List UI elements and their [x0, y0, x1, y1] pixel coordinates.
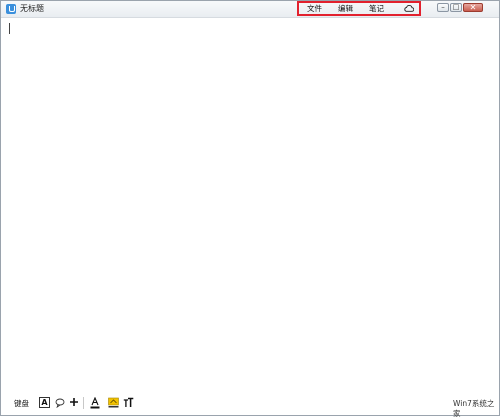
font-size-icon[interactable]	[123, 397, 134, 408]
maximize-button[interactable]: □	[450, 3, 462, 12]
keyboard-button[interactable]: 键盘	[14, 399, 29, 409]
bottom-toolbar: 键盘 A Win7系统之家	[1, 393, 499, 418]
add-icon[interactable]	[69, 397, 79, 407]
comment-bubble-icon[interactable]	[55, 398, 65, 408]
app-icon	[6, 4, 16, 14]
cloud-icon[interactable]	[404, 5, 414, 12]
menu-file[interactable]: 文件	[307, 4, 322, 14]
maximize-icon: □	[452, 3, 460, 11]
highlight-icon[interactable]	[108, 397, 119, 408]
text-caret	[9, 23, 10, 34]
title-bar[interactable]: 无标题 文件 编辑 笔记 – □ ✕	[1, 1, 499, 18]
watermark-text: Win7系统之家	[453, 399, 495, 418]
close-icon: ✕	[469, 3, 477, 12]
minimize-icon: –	[441, 3, 445, 11]
notepad-window: 无标题 文件 编辑 笔记 – □ ✕ 键盘 A Win7系统之家	[0, 0, 500, 418]
toolbar-divider	[83, 397, 84, 409]
menu-edit[interactable]: 编辑	[338, 4, 353, 14]
minimize-button[interactable]: –	[437, 3, 449, 12]
window-title: 无标题	[20, 4, 44, 13]
text-editor-area[interactable]	[5, 19, 495, 393]
close-button[interactable]: ✕	[463, 3, 483, 12]
text-color-icon[interactable]	[90, 397, 100, 409]
font-style-button[interactable]: A	[39, 397, 50, 408]
menu-notes[interactable]: 笔记	[369, 4, 384, 14]
